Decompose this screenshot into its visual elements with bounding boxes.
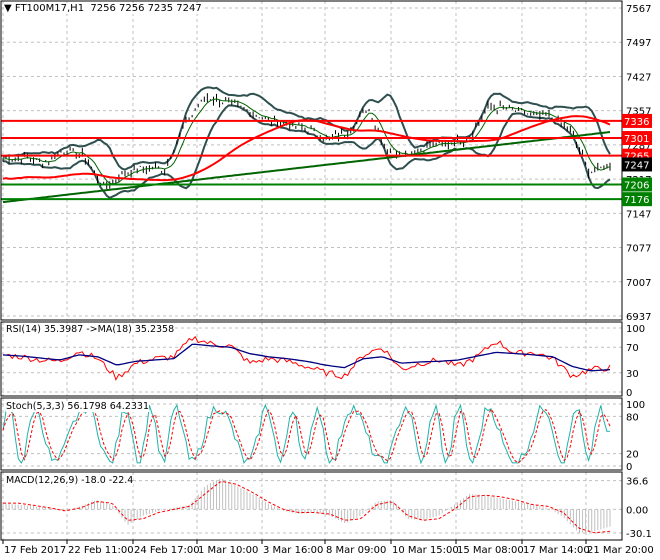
ohlc-values: 7256 7256 7235 7247 xyxy=(90,3,202,14)
stoch-main-line xyxy=(2,403,611,465)
y-tick-label: 7147 xyxy=(626,209,651,220)
y-tick-label: 7007 xyxy=(626,278,651,289)
symbol-label: FT100M17,H1 xyxy=(14,3,85,14)
x-tick-label: 8 Mar 09:00 xyxy=(326,545,386,556)
axes: 17 Feb 2017 22 Feb 11:00 24 Feb 17:001 Mar… xyxy=(0,0,654,556)
level-tag-7176: 7176 xyxy=(624,195,649,206)
y-tick-label: 6937 xyxy=(626,312,651,323)
y-tick-label: 20 xyxy=(626,450,639,461)
bollinger-upper xyxy=(2,86,611,171)
current-price-tag: 7247 xyxy=(624,160,649,171)
x-tick-label: 3 Mar 16:00 xyxy=(263,545,323,556)
y-tick-label: 100 xyxy=(626,324,645,335)
y-tick-label: 80 xyxy=(626,412,639,423)
level-tag-7206: 7206 xyxy=(624,180,649,191)
y-tick-label: 100 xyxy=(626,400,645,411)
trading-chart[interactable]: 17 Feb 2017 22 Feb 11:00 24 Feb 17:00 1 Mar… xyxy=(0,0,660,560)
y-tick-label: 7427 xyxy=(626,72,651,83)
pane-frame-0 xyxy=(0,0,623,321)
y-tick-label: 7497 xyxy=(626,38,651,49)
collapse-triangle-icon[interactable]: ▼ xyxy=(4,3,15,14)
x-tick-label: 17 Feb 2017 xyxy=(4,545,66,556)
x-tick-label: 1 Mar 10:00 xyxy=(198,545,258,556)
x-tick-label: 21 Mar 20:00 xyxy=(587,545,654,556)
rsi-title: RSI(14) 35.3987 ->MA(18) 35.2358 xyxy=(6,324,175,335)
y-tick-label: -30.1 xyxy=(626,529,652,540)
level-tag-7336: 7336 xyxy=(624,117,649,128)
x-tick-label: 17 Mar 14:00 xyxy=(523,545,590,556)
x-tick-label: 22 Feb 11:00 xyxy=(68,545,134,556)
y-tick-label: 7077 xyxy=(626,244,651,255)
y-tick-label: 36.6 xyxy=(626,477,648,488)
y-tick-label: 30 xyxy=(626,369,639,380)
grid xyxy=(1,1,622,540)
y-tick-label: 0 xyxy=(626,388,632,399)
x-tick-label: 15 Mar 08:00 xyxy=(457,545,524,556)
level-tag-7301: 7301 xyxy=(624,134,649,145)
plots xyxy=(1,86,622,534)
y-tick-label: 7567 xyxy=(626,4,651,15)
y-tick-label: 0 xyxy=(626,462,632,473)
x-tick-label: 10 Mar 15:00 xyxy=(392,545,459,556)
macd-title: MACD(12,26,9) -18.0 -22.4 xyxy=(6,475,134,486)
stoch-title: Stoch(5,3,3) 56.1798 64.2331 xyxy=(6,401,150,412)
y-tick-label: 70 xyxy=(626,343,639,354)
chart-header: ▼ FT100M17,H1 7256 7256 7235 7247 xyxy=(4,3,205,14)
y-tick-label: 0.00 xyxy=(626,505,648,516)
x-tick-label: 24 Feb 17:00 xyxy=(134,545,200,556)
